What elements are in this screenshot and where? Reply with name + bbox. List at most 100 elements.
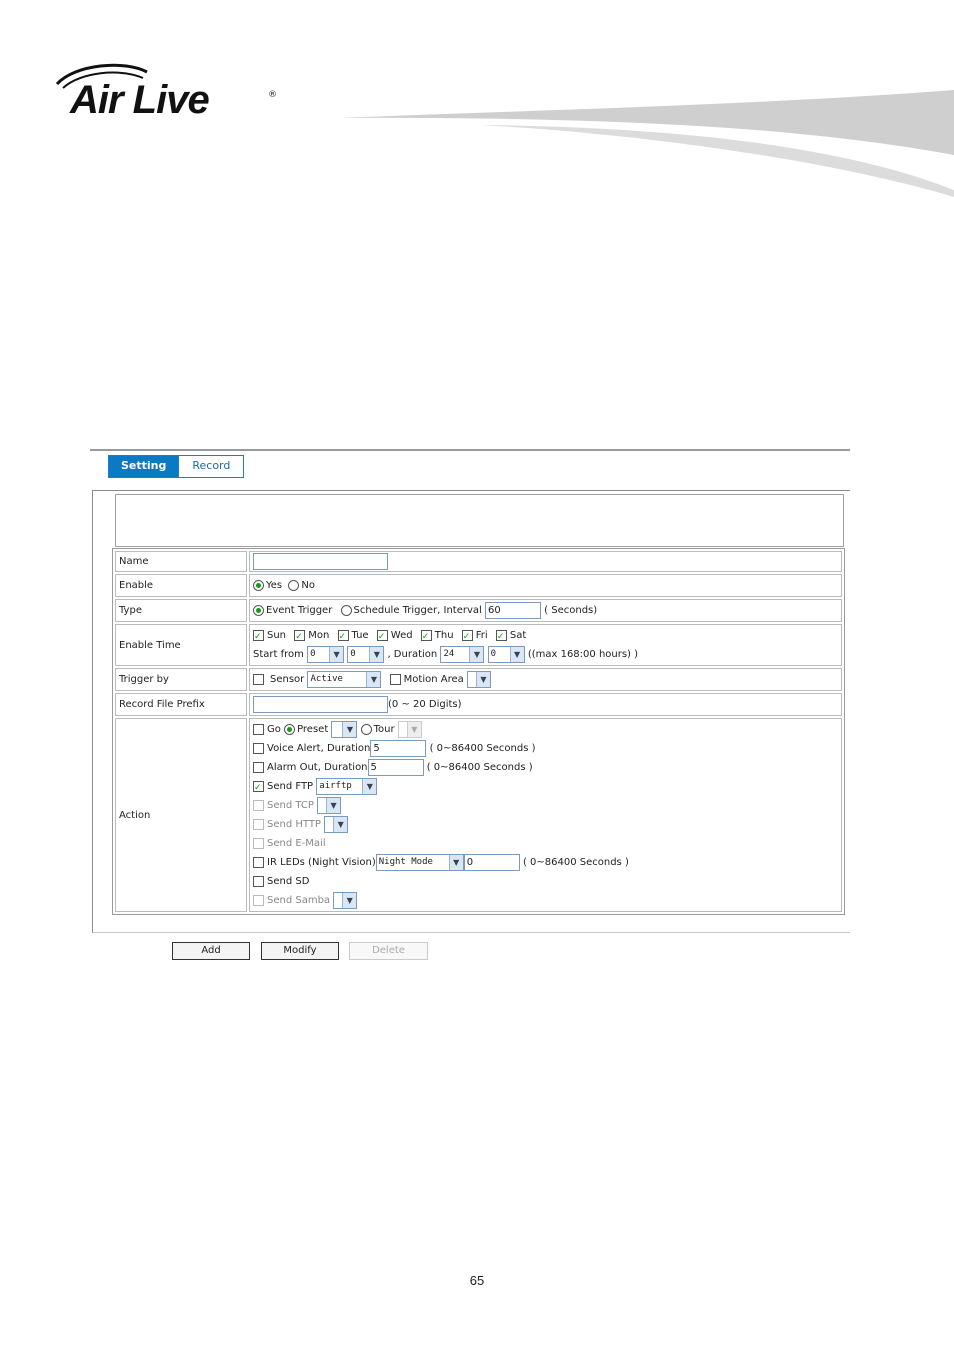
samba-select[interactable]: ▼ (333, 891, 358, 909)
motion-area-checkbox[interactable] (389, 673, 401, 685)
ftp-select[interactable]: airftp ▼ (316, 777, 378, 795)
schedule-trigger-label: Schedule Trigger, Interval (353, 605, 482, 616)
day-fri-checkbox[interactable] (461, 628, 473, 647)
send-ftp-checkbox[interactable] (253, 779, 264, 798)
ir-mode-value: Night Mode (378, 856, 433, 867)
day-tue-checkbox[interactable] (337, 628, 349, 647)
send-sd-checkbox[interactable] (253, 875, 264, 887)
chevron-down-icon: ▼ (326, 797, 341, 813)
record-prefix-label: Record File Prefix (115, 693, 247, 716)
action-email-row: Send E-Mail (253, 834, 838, 853)
tab-bar: Setting Record (108, 455, 245, 478)
sensor-checkbox[interactable] (253, 673, 264, 685)
sensor-label: Sensor (270, 674, 305, 685)
ir-leds-label: IR LEDs (Night Vision) (267, 857, 376, 868)
action-sd-row: Send SD (253, 872, 838, 891)
send-tcp-checkbox[interactable] (253, 799, 264, 811)
action-alarm-row: Alarm Out, Duration 5 ( 0~86400 Seconds ) (253, 758, 838, 777)
divider-top (90, 449, 850, 451)
send-samba-checkbox[interactable] (253, 894, 264, 906)
start-from-label: Start from (253, 649, 304, 660)
start-minute-value: 0 (350, 648, 356, 659)
chevron-down-icon: ▼ (333, 816, 348, 832)
enable-no-label: No (301, 580, 315, 591)
event-list-box[interactable] (115, 494, 844, 547)
days-row: Sun Mon Tue Wed Thu Fri Sat (253, 626, 838, 647)
http-select[interactable]: ▼ (324, 815, 349, 833)
enable-yes-label: Yes (266, 580, 283, 591)
day-sat-checkbox[interactable] (495, 628, 507, 647)
sensor-select[interactable]: Active ▼ (307, 670, 382, 688)
action-tcp-row: Send TCP ▼ (253, 796, 838, 815)
alarm-duration-unit: ( 0~86400 Seconds ) (426, 762, 533, 773)
record-prefix-input[interactable] (253, 695, 388, 713)
day-sat-label: Sat (509, 630, 527, 641)
alarm-out-checkbox[interactable] (253, 761, 264, 773)
chevron-down-icon: ▼ (475, 671, 490, 687)
page-number: 65 (469, 1273, 485, 1288)
add-button[interactable]: Add (172, 942, 250, 960)
action-label: Action (115, 718, 247, 912)
send-email-checkbox[interactable] (253, 837, 264, 849)
start-minute-select[interactable]: 0 ▼ (347, 645, 385, 663)
chevron-down-icon: ▼ (329, 646, 344, 662)
enable-no-radio[interactable] (288, 579, 300, 591)
action-ir-row: IR LEDs (Night Vision) Night Mode ▼ 0 ( 0~8… (253, 853, 838, 872)
modify-button[interactable]: Modify (261, 942, 339, 960)
chevron-down-icon: ▼ (342, 721, 357, 737)
schedule-trigger-radio[interactable] (340, 604, 352, 616)
day-mon-label: Mon (308, 630, 330, 641)
enable-time-label: Enable Time (115, 624, 247, 666)
voice-alert-label: Voice Alert, Duration (267, 743, 371, 754)
interval-input[interactable]: 60 (484, 601, 541, 619)
go-label: Go (267, 724, 281, 735)
event-trigger-radio[interactable] (253, 604, 264, 616)
tour-select[interactable]: ▼ (397, 720, 422, 738)
preset-radio[interactable] (284, 723, 296, 735)
name-input[interactable] (253, 553, 388, 570)
day-tue-label: Tue (351, 630, 369, 641)
tcp-select[interactable]: ▼ (317, 796, 342, 814)
day-wed-checkbox[interactable] (376, 628, 388, 647)
preset-select[interactable]: ▼ (331, 720, 358, 738)
chevron-down-icon: ▼ (366, 671, 381, 687)
chevron-down-icon: ▼ (448, 854, 463, 870)
send-samba-label: Send Samba (267, 895, 331, 906)
alarm-duration-input[interactable]: 5 (367, 758, 424, 776)
day-sun-checkbox[interactable] (253, 628, 264, 647)
voice-alert-checkbox[interactable] (253, 742, 264, 754)
event-form: Name Enable Yes No Type Event Trigger Sc… (112, 548, 845, 915)
duration-minute-select[interactable]: 0 ▼ (487, 645, 525, 663)
tour-radio[interactable] (360, 723, 372, 735)
time-row: Start from 0 ▼ 0 ▼ , Duration 24 ▼ 0 ▼ ((max… (253, 645, 838, 664)
tab-setting[interactable]: Setting (109, 456, 179, 477)
day-wed-label: Wed (390, 630, 413, 641)
tab-record[interactable]: Record (178, 456, 244, 477)
duration-hour-value: 24 (443, 648, 455, 659)
ir-duration-input[interactable]: 0 (463, 853, 520, 871)
day-thu-checkbox[interactable] (420, 628, 432, 647)
logo: Air Live (70, 78, 210, 122)
go-checkbox[interactable] (253, 723, 264, 735)
start-hour-select[interactable]: 0 ▼ (307, 645, 345, 663)
header-swoosh (340, 90, 954, 197)
day-fri-label: Fri (475, 630, 488, 641)
send-http-label: Send HTTP (267, 819, 321, 830)
enable-yes-radio[interactable] (253, 579, 264, 591)
duration-hour-select[interactable]: 24 ▼ (440, 645, 485, 663)
logo-registered-mark: ® (268, 90, 277, 100)
ir-mode-select[interactable]: Night Mode ▼ (375, 853, 464, 871)
day-sun-label: Sun (267, 630, 287, 641)
day-mon-checkbox[interactable] (294, 628, 306, 647)
duration-label: , Duration (387, 649, 438, 660)
motion-area-label: Motion Area (403, 674, 464, 685)
motion-area-select[interactable]: ▼ (466, 670, 491, 688)
event-trigger-label: Event Trigger (266, 605, 333, 616)
record-prefix-note: (0 ~ 20 Digits) (388, 699, 462, 710)
ir-leds-checkbox[interactable] (253, 856, 264, 868)
delete-button[interactable]: Delete (349, 942, 428, 960)
chevron-down-icon: ▼ (406, 721, 421, 737)
voice-duration-input[interactable]: 5 (370, 739, 427, 757)
duration-minute-value: 0 (490, 648, 497, 659)
send-http-checkbox[interactable] (253, 818, 264, 830)
